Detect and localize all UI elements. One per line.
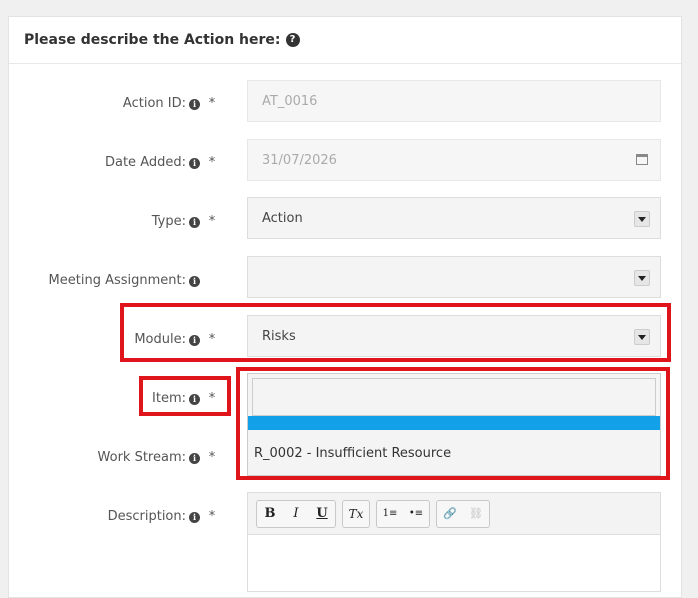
type-label: Type: i *	[0, 214, 218, 229]
question-circle-icon[interactable]: ?	[285, 33, 300, 47]
description-editor[interactable]: B I U Tx 1≡ •≡ 🔗 ⛓	[247, 492, 661, 592]
item-label-highlight-box	[139, 376, 231, 416]
list-group: 1≡ •≡	[376, 499, 430, 528]
work-stream-label: Work Stream: i *	[0, 450, 218, 465]
calendar-icon[interactable]	[636, 154, 648, 165]
link-icon[interactable]: 🔗	[437, 501, 463, 527]
required-marker: *	[208, 155, 216, 170]
required-marker: *	[208, 214, 216, 229]
date-added-label: Date Added: i *	[0, 155, 218, 170]
info-icon[interactable]: i	[189, 276, 200, 287]
link-group: 🔗 ⛓	[436, 499, 490, 528]
panel-title: Please describe the Action here:	[24, 32, 281, 48]
info-icon[interactable]: i	[189, 158, 200, 169]
info-icon[interactable]: i	[189, 217, 200, 228]
action-id-field: AT_0016	[247, 80, 661, 122]
editor-toolbar: B I U Tx 1≡ •≡ 🔗 ⛓	[248, 493, 660, 535]
required-marker: *	[208, 509, 216, 524]
date-added-value: 31/07/2026	[262, 152, 337, 168]
info-icon[interactable]: i	[189, 453, 200, 464]
type-value: Action	[262, 210, 303, 226]
bold-button[interactable]: B	[257, 501, 283, 527]
ordered-list-button[interactable]: 1≡	[377, 501, 403, 527]
description-label: Description: i *	[0, 509, 218, 524]
bullet-list-button[interactable]: •≡	[403, 501, 429, 527]
action-id-value: AT_0016	[262, 93, 318, 109]
format-group: B I U	[256, 499, 336, 528]
required-marker: *	[208, 450, 216, 465]
item-dropdown-highlight-box	[236, 367, 670, 480]
type-select[interactable]: Action	[247, 197, 661, 239]
date-added-field: 31/07/2026	[247, 139, 661, 181]
chevron-down-icon[interactable]	[634, 270, 650, 286]
module-highlight-box	[120, 303, 671, 362]
meeting-assignment-select[interactable]	[247, 256, 661, 298]
info-icon[interactable]: i	[189, 512, 200, 523]
panel-header: Please describe the Action here: ?	[9, 17, 681, 64]
meeting-assignment-label: Meeting Assignment: i	[0, 273, 218, 288]
clear-group: Tx	[342, 499, 370, 528]
clear-format-button[interactable]: Tx	[343, 501, 369, 527]
unlink-icon: ⛓	[469, 507, 483, 520]
required-marker: *	[208, 96, 216, 111]
italic-button[interactable]: I	[283, 501, 309, 527]
chevron-down-icon[interactable]	[634, 211, 650, 227]
info-icon[interactable]: i	[189, 99, 200, 110]
underline-button[interactable]: U	[309, 501, 335, 527]
action-id-label: Action ID: i *	[0, 96, 218, 111]
